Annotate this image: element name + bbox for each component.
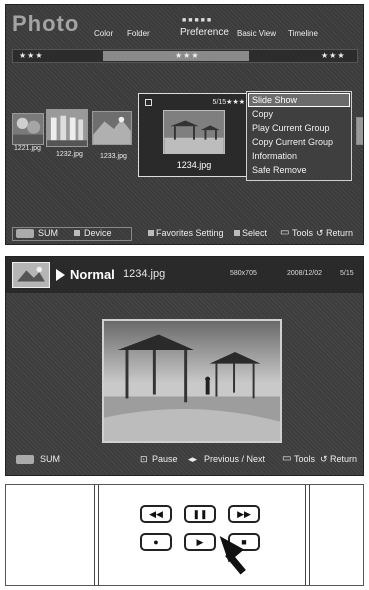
photo-viewer-screen: Normal 1234.jpg 580x705 2008/12/02 5/15	[5, 256, 364, 476]
previous-next-hint: Previous / Next	[204, 454, 266, 464]
rating-group-2: ★★★	[175, 51, 200, 60]
pause-hint: Pause	[152, 454, 178, 464]
menu-item-play-current-group[interactable]: Play Current Group	[249, 122, 349, 134]
selected-meta: 5/15★★★	[212, 99, 245, 106]
rating-group-bar[interactable]: ★★★ ★★★ ★★★	[12, 49, 358, 63]
record-button[interactable]: ●	[140, 533, 172, 551]
select-checkbox[interactable]	[145, 99, 152, 106]
pause-icon: ❚❚	[192, 508, 208, 519]
enter-key-icon	[234, 230, 240, 236]
file-name: 1234.jpg	[123, 268, 166, 280]
left-right-arrows-icon: ◂▸	[188, 454, 198, 464]
thumbnail[interactable]	[12, 113, 44, 145]
photo-browser-screen: Photo ■■■■■ Color Folder Preference Basi…	[5, 4, 364, 245]
sort-tabs: Color Folder Preference Basic View Timel…	[94, 27, 362, 43]
tools-menu: Slide Show Copy Play Current Group Copy …	[246, 91, 352, 181]
thumbnail-label: 1233.jpg	[100, 153, 127, 160]
menu-item-copy[interactable]: Copy	[249, 108, 349, 120]
fast-forward-button[interactable]: ▶▶	[228, 505, 260, 523]
pause-icon: ⊡	[140, 454, 148, 464]
thumbnail-image	[47, 110, 87, 146]
fast-forward-icon: ▶▶	[237, 508, 251, 519]
remote-control-illustration: ◀◀ ❚❚ ▶▶ ● ▶ ■	[5, 484, 364, 586]
photo-date: 2008/12/02	[287, 270, 323, 277]
pause-button[interactable]: ❚❚	[184, 505, 216, 523]
tab-timeline[interactable]: Timeline	[288, 29, 318, 38]
thumbnail[interactable]	[356, 117, 363, 145]
tools-icon: ▭	[280, 227, 290, 238]
viewer-footer: SUM ⊡ Pause ◂▸ Previous / Next ▭ Tools ↺…	[10, 453, 362, 469]
selected-thumbnail-image	[163, 110, 225, 154]
favorites-setting-hint: Favorites Setting	[156, 228, 224, 238]
return-hint: Return	[330, 454, 358, 464]
tab-folder[interactable]: Folder	[127, 29, 150, 38]
tools-hint: Tools	[292, 228, 314, 238]
rating-group-1: ★★★	[19, 51, 44, 60]
selected-thumbnail-card[interactable]: 5/15★★★ 1234.jpg	[138, 93, 250, 177]
thumbnail-label: 1232.jpg	[56, 151, 83, 158]
menu-item-slide-show[interactable]: Slide Show	[248, 93, 350, 107]
tools-hint: Tools	[294, 454, 316, 464]
thumbnail-label: 1221.jpg	[14, 145, 41, 152]
viewer-info-bar: Normal 1234.jpg 580x705 2008/12/02 5/15	[6, 257, 363, 293]
return-hint: Return	[326, 228, 354, 238]
record-icon: ●	[153, 537, 159, 547]
rewind-icon: ◀◀	[149, 508, 163, 519]
thumbnail[interactable]	[46, 109, 88, 147]
menu-item-information[interactable]: Information	[249, 150, 349, 162]
thumbnail-image	[13, 114, 43, 144]
sum-key-icon	[16, 455, 34, 464]
app-title: Photo	[12, 11, 80, 36]
tab-preference[interactable]: Preference	[180, 27, 229, 38]
menu-item-safe-remove[interactable]: Safe Remove	[249, 164, 349, 176]
sum-label[interactable]: SUM	[38, 228, 58, 238]
play-state-icon	[56, 269, 65, 281]
return-icon: ↺	[320, 454, 328, 464]
thumbnail-image	[93, 112, 131, 144]
rating-group-3: ★★★	[321, 51, 346, 60]
menu-item-copy-current-group[interactable]: Copy Current Group	[249, 136, 349, 148]
selected-thumbnail-label: 1234.jpg	[176, 160, 212, 170]
return-icon: ↺	[316, 228, 324, 238]
browser-footer: SUM Device Favorites Setting Select ▭ To…	[12, 227, 360, 243]
resolution: 580x705	[230, 270, 257, 277]
tab-color[interactable]: Color	[94, 29, 113, 38]
thumbnail[interactable]	[92, 111, 132, 145]
page-dots: ■■■■■	[182, 17, 214, 24]
play-icon: ▶	[196, 536, 204, 547]
device-label[interactable]: Device	[84, 228, 112, 238]
tools-icon: ▭	[282, 453, 292, 464]
page-counter: 5/15	[340, 270, 354, 277]
yellow-key-icon	[148, 230, 154, 236]
sum-label[interactable]: SUM	[40, 454, 60, 464]
photo-display	[102, 319, 282, 443]
tab-basic-view[interactable]: Basic View	[237, 29, 276, 38]
rewind-button[interactable]: ◀◀	[140, 505, 172, 523]
photo-app-icon	[12, 262, 50, 288]
view-mode: Normal	[70, 267, 115, 282]
sum-key-icon	[16, 229, 34, 238]
device-icon	[74, 230, 80, 236]
stop-icon: ■	[241, 537, 247, 547]
select-hint: Select	[242, 228, 268, 238]
